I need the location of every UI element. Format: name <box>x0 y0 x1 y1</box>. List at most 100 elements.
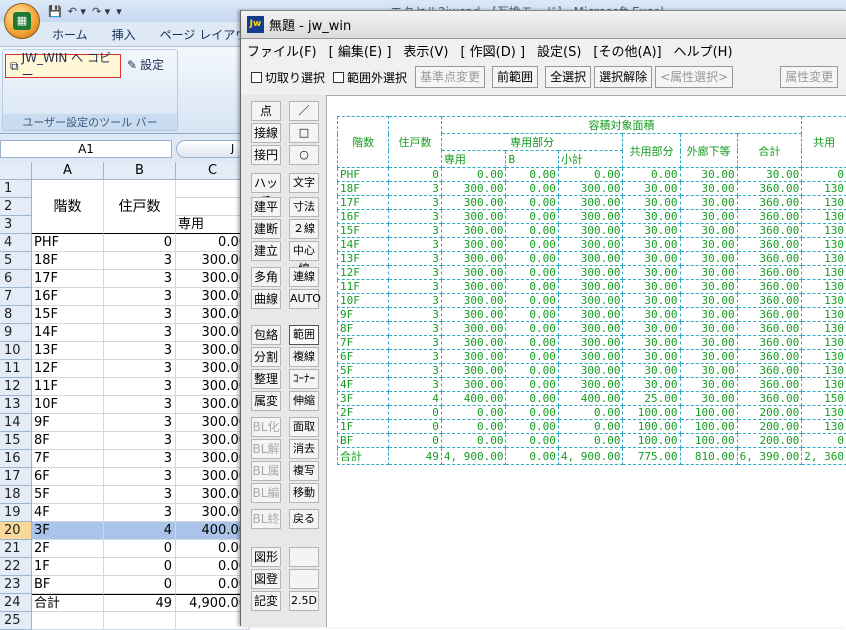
cell-c[interactable]: 300.00 <box>176 414 250 432</box>
cell-c[interactable]: 300.00 <box>176 270 250 288</box>
tool-button-left[interactable]: BL編 <box>251 483 281 503</box>
tool-button-right[interactable]: ○ <box>289 145 319 165</box>
cell-a[interactable]: 18F <box>32 252 104 270</box>
cell-a[interactable]: 3F <box>32 522 104 540</box>
cell-b[interactable]: 3 <box>104 396 176 414</box>
cell-a[interactable]: 16F <box>32 288 104 306</box>
row-header[interactable]: 12 <box>0 378 32 396</box>
cell-b[interactable]: 49 <box>104 594 176 612</box>
tool-button-right[interactable]: ／ <box>289 101 319 121</box>
cell-a[interactable]: PHF <box>32 234 104 252</box>
cell-c[interactable]: 300.00 <box>176 396 250 414</box>
tool-button-right[interactable]: 連線 <box>289 267 319 287</box>
select-all-corner[interactable] <box>0 162 32 180</box>
cell-a[interactable]: 1F <box>32 558 104 576</box>
tool-button-left[interactable]: 記変 <box>251 591 281 611</box>
formula-bar-fragment[interactable]: J <box>176 140 246 158</box>
cell-a[interactable]: 5F <box>32 486 104 504</box>
tool-button-right[interactable]: 範囲 <box>289 325 319 345</box>
cell-b[interactable]: 0 <box>104 234 176 252</box>
tool-button-right[interactable]: 文字 <box>289 173 319 193</box>
cell-b[interactable]: 3 <box>104 270 176 288</box>
cell-c[interactable]: 300.00 <box>176 432 250 450</box>
row-header[interactable]: 5 <box>0 252 32 270</box>
name-box[interactable]: A1 <box>0 140 172 158</box>
cell-c[interactable]: 300.00 <box>176 342 250 360</box>
row-header[interactable]: 18 <box>0 486 32 504</box>
tool-button-right[interactable]: 複線 <box>289 347 319 367</box>
row-header[interactable]: 20 <box>0 522 32 540</box>
tool-button-right[interactable] <box>289 569 319 589</box>
cell-a[interactable]: 7F <box>32 450 104 468</box>
tool-button-left[interactable]: 図形 <box>251 547 281 567</box>
row-header[interactable]: 3 <box>0 216 32 234</box>
tool-button-left[interactable]: 曲線 <box>251 289 281 309</box>
tool-button-right[interactable]: 複写 <box>289 461 319 481</box>
cell-a[interactable]: 8F <box>32 432 104 450</box>
cell-c[interactable]: 300.00 <box>176 306 250 324</box>
cell-b[interactable]: 3 <box>104 414 176 432</box>
outside-select-checkbox[interactable]: 範囲外選択 <box>333 69 407 86</box>
row-header[interactable]: 4 <box>0 234 32 252</box>
tool-button-right[interactable]: □ <box>289 123 319 143</box>
tool-button-left[interactable]: ハッチ <box>251 173 281 193</box>
copy-to-jw-button[interactable]: ⧉ JW_WIN へ コピー <box>5 54 121 78</box>
tool-button-right[interactable]: ２線 <box>289 219 319 239</box>
cell-a[interactable]: 9F <box>32 414 104 432</box>
header-jukosu-cell[interactable]: 住戸数 <box>104 180 176 234</box>
tool-button-right[interactable]: 寸法 <box>289 197 319 217</box>
tool-button-left[interactable]: BL解 <box>251 439 281 459</box>
menu-other[interactable]: [その他(A)] <box>587 41 667 60</box>
tool-button-right[interactable]: AUTO <box>289 289 319 309</box>
cell-a[interactable]: 17F <box>32 270 104 288</box>
row-header[interactable]: 10 <box>0 342 32 360</box>
office-button[interactable]: ▦ <box>4 3 40 39</box>
prev-range-button[interactable]: 前範囲 <box>492 66 538 88</box>
cell-c[interactable]: 300.00 <box>176 378 250 396</box>
row-header[interactable]: 14 <box>0 414 32 432</box>
menu-file[interactable]: ファイル(F) <box>241 41 323 60</box>
row-header[interactable]: 11 <box>0 360 32 378</box>
tool-button-left[interactable]: 接円 <box>251 145 281 165</box>
deselect-button[interactable]: 選択解除 <box>594 66 652 88</box>
redo-icon[interactable]: ↷ ▾ <box>92 5 110 18</box>
cell-b[interactable] <box>104 612 176 630</box>
cell-b[interactable]: 3 <box>104 432 176 450</box>
cell-c[interactable]: 300.00 <box>176 252 250 270</box>
attribute-change-button[interactable]: 属性変更 <box>780 66 838 88</box>
tool-button-left[interactable]: 包絡 <box>251 325 281 345</box>
tool-button-right[interactable]: 中心線 <box>289 241 319 261</box>
cell-c[interactable]: 300.00 <box>176 288 250 306</box>
row-header[interactable]: 8 <box>0 306 32 324</box>
row-header[interactable]: 6 <box>0 270 32 288</box>
cell-a[interactable]: BF <box>32 576 104 594</box>
cell-b[interactable]: 3 <box>104 288 176 306</box>
tool-button-left[interactable]: 建平 <box>251 197 281 217</box>
cell-b[interactable]: 3 <box>104 306 176 324</box>
cell-c[interactable] <box>176 612 250 630</box>
cell-b[interactable]: 0 <box>104 558 176 576</box>
cell-c[interactable]: 300.00 <box>176 486 250 504</box>
tool-button-left[interactable]: BL属 <box>251 461 281 481</box>
menu-edit[interactable]: [ 編集(E) ] <box>323 41 398 60</box>
header-kaisu-cell[interactable]: 階数 <box>32 180 104 234</box>
cell-c[interactable]: 0.00 <box>176 576 250 594</box>
undo-icon[interactable]: ↶ ▾ <box>68 5 86 18</box>
cell-b[interactable]: 3 <box>104 252 176 270</box>
tool-button-left[interactable]: 接線 <box>251 123 281 143</box>
row-header[interactable]: 23 <box>0 576 32 594</box>
tool-button-left[interactable]: 属変 <box>251 391 281 411</box>
row-header[interactable]: 7 <box>0 288 32 306</box>
cell-b[interactable]: 3 <box>104 504 176 522</box>
cell-b[interactable]: 3 <box>104 468 176 486</box>
tool-button-right[interactable]: 戻る <box>289 509 319 529</box>
cell-a[interactable]: 4F <box>32 504 104 522</box>
cell-a[interactable]: 12F <box>32 360 104 378</box>
select-all-button[interactable]: 全選択 <box>545 66 591 88</box>
row-header[interactable]: 2 <box>0 198 32 216</box>
cell-a[interactable]: 10F <box>32 396 104 414</box>
tool-button-left[interactable]: 整理 <box>251 369 281 389</box>
cell-b[interactable]: 3 <box>104 378 176 396</box>
settings-button[interactable]: ✎ 設定 <box>127 56 164 73</box>
row-header[interactable]: 21 <box>0 540 32 558</box>
